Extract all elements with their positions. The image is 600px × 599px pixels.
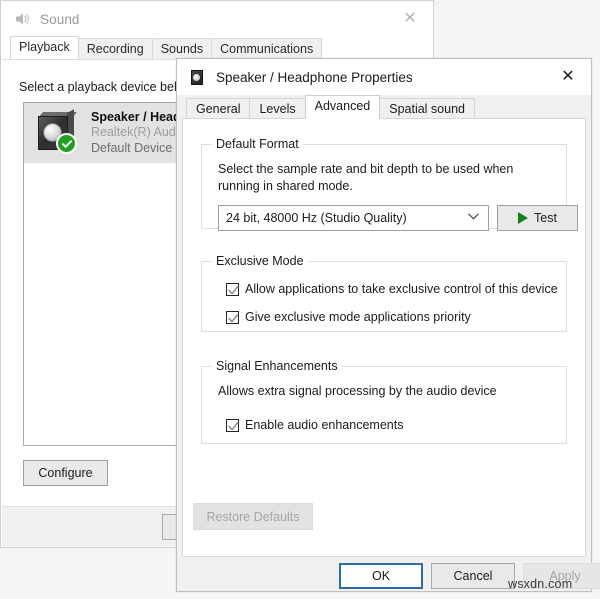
- signal-enhancements-group: Signal Enhancements Allows extra signal …: [201, 359, 567, 444]
- exclusive-mode-legend: Exclusive Mode: [216, 254, 304, 268]
- speaker-icon: [189, 69, 206, 86]
- signal-enhancements-description: Allows extra signal processing by the au…: [218, 384, 497, 398]
- configure-button[interactable]: Configure: [23, 460, 108, 486]
- tab-advanced[interactable]: Advanced: [304, 95, 381, 119]
- device-driver: Realtek(R) Audio: [91, 125, 186, 139]
- checkbox-icon: [226, 310, 239, 324]
- device-name: Speaker / Headp: [91, 110, 189, 124]
- checkbox-enable-audio-enhancements[interactable]: Enable audio enhancements: [226, 418, 403, 432]
- chevron-down-icon: [467, 212, 484, 224]
- checkbox-allow-exclusive-control[interactable]: Allow applications to take exclusive con…: [226, 282, 558, 296]
- test-button[interactable]: Test: [497, 205, 578, 231]
- properties-title: Speaker / Headphone Properties: [216, 69, 413, 85]
- default-format-select[interactable]: 24 bit, 48000 Hz (Studio Quality): [218, 205, 489, 231]
- properties-titlebar: Speaker / Headphone Properties ✕: [177, 59, 591, 95]
- restore-defaults-button[interactable]: Restore Defaults: [193, 503, 313, 530]
- checkbox-icon: [226, 282, 239, 296]
- speaker-icon: [13, 10, 31, 28]
- watermark: wsxdn.com: [508, 577, 573, 591]
- default-format-legend: Default Format: [216, 137, 299, 151]
- sound-window-title: Sound: [40, 11, 80, 27]
- sound-titlebar: Sound ✕: [1, 1, 433, 37]
- default-format-value: 24 bit, 48000 Hz (Studio Quality): [226, 211, 407, 225]
- tab-levels[interactable]: Levels: [249, 98, 306, 119]
- tab-spatial-sound[interactable]: Spatial sound: [379, 98, 475, 119]
- speaker-properties-dialog: Speaker / Headphone Properties ✕ General…: [176, 58, 600, 592]
- playback-instruction: Select a playback device bel: [19, 80, 177, 94]
- ok-button[interactable]: OK: [339, 563, 423, 589]
- green-check-icon: [56, 133, 77, 154]
- sound-tabstrip: Playback Recording Sounds Communications: [10, 36, 323, 59]
- checkbox-label: Give exclusive mode applications priorit…: [245, 310, 471, 324]
- play-icon: [518, 212, 529, 224]
- tab-sounds[interactable]: Sounds: [151, 38, 213, 59]
- cancel-button[interactable]: Cancel: [431, 563, 515, 589]
- advanced-tab-panel: Default Format Select the sample rate an…: [182, 118, 586, 557]
- device-text: Speaker / Headp Realtek(R) Audio Default…: [91, 110, 188, 156]
- checkbox-exclusive-priority[interactable]: Give exclusive mode applications priorit…: [226, 310, 471, 324]
- default-format-group: Default Format Select the sample rate an…: [201, 137, 578, 231]
- checkbox-label: Allow applications to take exclusive con…: [245, 282, 558, 296]
- close-icon[interactable]: ✕: [387, 1, 433, 37]
- properties-tabstrip: General Levels Advanced Spatial sound: [186, 95, 475, 119]
- tab-communications[interactable]: Communications: [211, 38, 323, 59]
- tab-general[interactable]: General: [186, 98, 251, 119]
- checkbox-icon: [226, 418, 239, 432]
- exclusive-mode-group: Exclusive Mode Allow applications to tak…: [201, 254, 567, 332]
- screen: Sound ✕ Playback Recording Sounds Commun…: [0, 0, 600, 599]
- test-button-label: Test: [534, 211, 557, 225]
- checkbox-label: Enable audio enhancements: [245, 418, 404, 432]
- tab-playback[interactable]: Playback: [10, 36, 79, 59]
- close-icon[interactable]: ✕: [545, 59, 591, 95]
- speaker-device-icon: [34, 109, 80, 155]
- device-status: Default Device: [91, 141, 173, 155]
- default-format-description: Select the sample rate and bit depth to …: [218, 162, 514, 193]
- tab-recording[interactable]: Recording: [77, 38, 153, 59]
- signal-enhancements-legend: Signal Enhancements: [216, 359, 338, 373]
